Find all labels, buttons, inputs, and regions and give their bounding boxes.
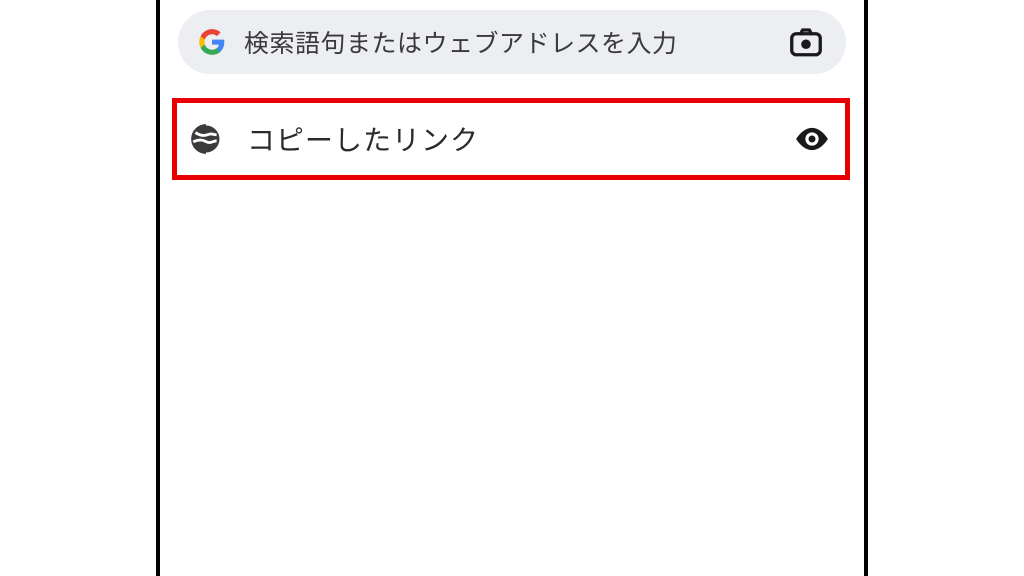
globe-icon [189, 122, 223, 156]
eye-icon[interactable] [793, 120, 831, 158]
copied-link-suggestion[interactable]: コピーしたリンク [172, 98, 850, 180]
phone-frame: 検索語句またはウェブアドレスを入力 コピーしたリンク [156, 0, 868, 576]
suggestion-label: コピーしたリンク [247, 119, 769, 159]
google-logo-icon [198, 28, 226, 56]
camera-icon[interactable] [784, 20, 828, 64]
search-input[interactable]: 検索語句またはウェブアドレスを入力 [244, 24, 766, 60]
search-bar[interactable]: 検索語句またはウェブアドレスを入力 [178, 10, 846, 74]
